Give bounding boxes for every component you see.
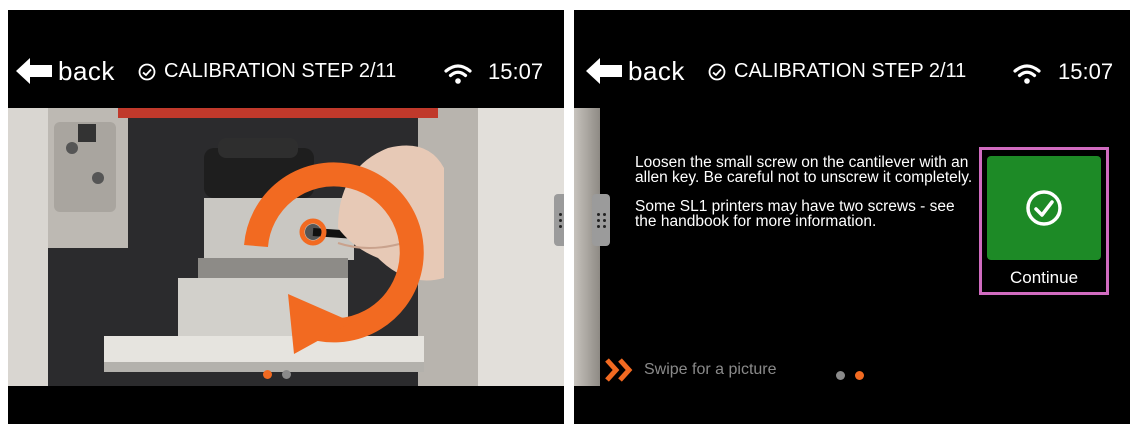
double-chevron-right-icon bbox=[605, 358, 633, 382]
continue-button[interactable] bbox=[987, 156, 1101, 260]
back-button[interactable]: back bbox=[16, 56, 115, 86]
check-circle-icon bbox=[1026, 190, 1062, 226]
drag-handle-icon[interactable] bbox=[554, 194, 564, 246]
drag-handle-icon[interactable] bbox=[592, 194, 610, 246]
instruction-photo[interactable] bbox=[8, 108, 564, 386]
instruction-paragraph-2: Some SL1 printers may have two screws - … bbox=[635, 198, 955, 230]
back-arrow-icon bbox=[586, 58, 622, 84]
check-circle-icon bbox=[138, 63, 156, 80]
pager-dots bbox=[263, 370, 291, 379]
step-title-text: CALIBRATION STEP 2/11 bbox=[164, 60, 397, 82]
wifi-icon bbox=[444, 64, 472, 84]
wifi-icon bbox=[1013, 64, 1041, 84]
pager-dot-1[interactable] bbox=[836, 371, 845, 380]
swipe-hint-text: Swipe for a picture bbox=[644, 361, 777, 378]
calibration-screen-photo: back CALIBRATION STEP 2/11 15:07 bbox=[8, 10, 564, 424]
pager-dot-2[interactable] bbox=[855, 371, 864, 380]
swipe-hint: Swipe for a picture bbox=[604, 358, 777, 382]
page-title: CALIBRATION STEP 2/11 bbox=[708, 60, 966, 83]
back-label: back bbox=[628, 55, 685, 86]
instruction-text: Loosen the small screw on the cantilever… bbox=[635, 155, 975, 243]
printer-photo-illustration bbox=[8, 108, 564, 386]
clock: 15:07 bbox=[488, 59, 544, 84]
photo-edge-peek[interactable] bbox=[574, 108, 600, 386]
calibration-screen-text: back CALIBRATION STEP 2/11 15:07 Loosen … bbox=[574, 10, 1130, 424]
page-title: CALIBRATION STEP 2/11 bbox=[138, 60, 396, 83]
continue-focus-frame: Continue bbox=[979, 147, 1109, 295]
check-circle-icon bbox=[708, 63, 726, 80]
step-title-text: CALIBRATION STEP 2/11 bbox=[734, 60, 967, 82]
clock: 15:07 bbox=[1058, 59, 1114, 84]
back-arrow-icon bbox=[16, 58, 52, 84]
top-bar: back CALIBRATION STEP 2/11 15:07 bbox=[574, 10, 1130, 108]
back-label: back bbox=[58, 55, 115, 86]
continue-label: Continue bbox=[1009, 268, 1079, 287]
pager-dots bbox=[836, 371, 864, 380]
top-bar: back CALIBRATION STEP 2/11 15:07 bbox=[8, 10, 564, 108]
instruction-paragraph-1: Loosen the small screw on the cantilever… bbox=[635, 154, 973, 186]
pager-dot-1[interactable] bbox=[263, 370, 272, 379]
back-button[interactable]: back bbox=[586, 56, 685, 86]
pager-dot-2[interactable] bbox=[282, 370, 291, 379]
